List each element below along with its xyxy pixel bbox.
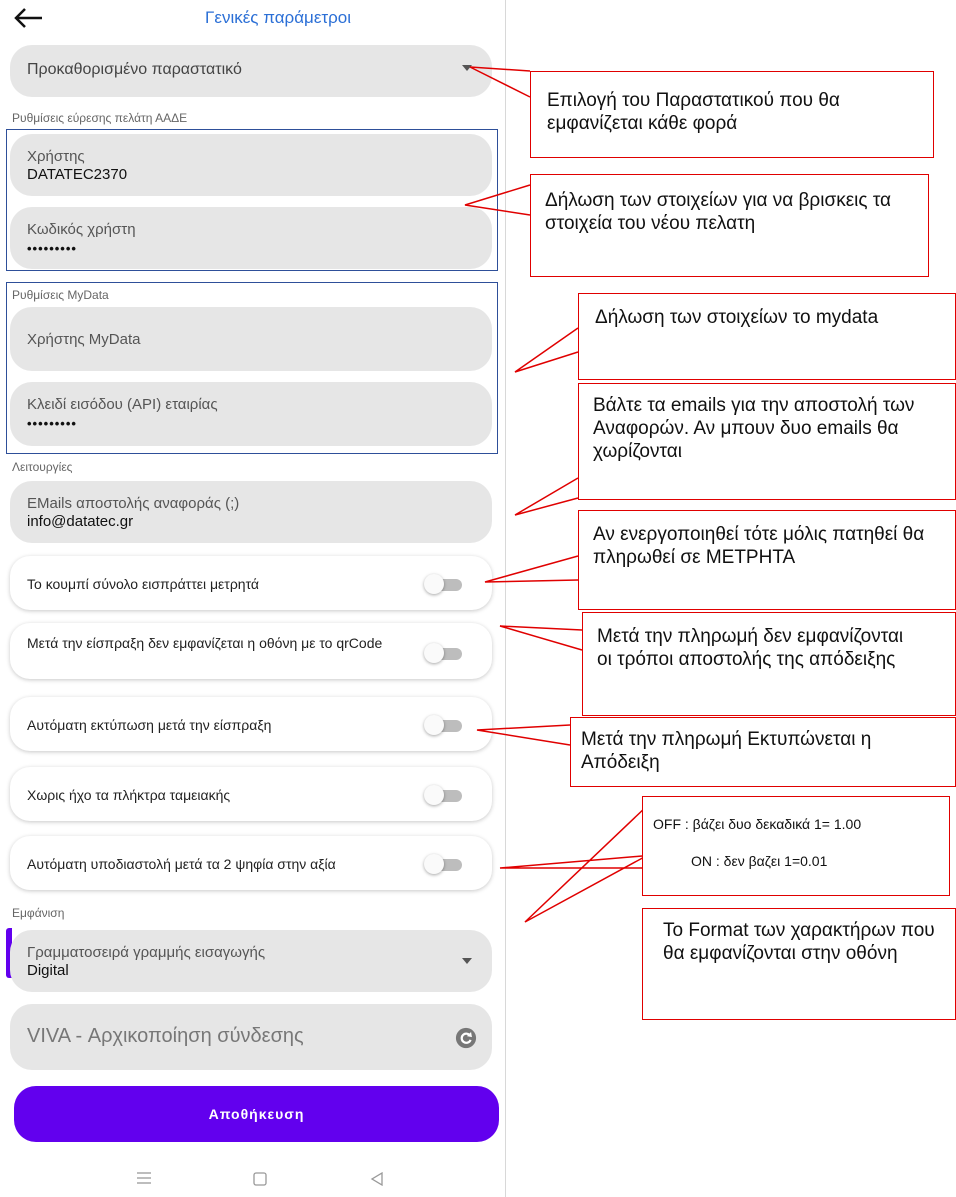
mydata-section-label: Ρυθμίσεις MyData [12, 288, 109, 302]
arrow-left-icon[interactable] [10, 2, 48, 34]
menu-icon[interactable] [137, 1172, 151, 1184]
font-select[interactable]: Γραμματοσειρά γραμμής εισαγωγής Digital [10, 930, 492, 992]
callout-mydata: Δήλωση των στοιχείων το mydata [578, 293, 956, 380]
toggle-label: Αυτόματη υποδιαστολή μετά τα 2 ψηφία στη… [27, 856, 336, 872]
page-title: Γενικές παράμετροι [205, 8, 352, 27]
chevron-down-icon [462, 958, 472, 964]
toggle-switch[interactable] [424, 643, 462, 663]
callout-text-off: OFF : βάζει δυο δεκαδικά 1= 1.00 [653, 816, 862, 832]
chevron-down-icon [462, 65, 472, 71]
toggle-switch[interactable] [424, 715, 462, 735]
mydata-api-key-value: ••••••••• [27, 416, 77, 431]
mydata-user-label: Χρήστης MyData [27, 331, 141, 348]
back-triangle-icon[interactable] [370, 1172, 384, 1186]
callout-qrcode: Μετά την πληρωμή δεν εμφανίζονται οι τρό… [582, 612, 956, 716]
viva-init-label: VIVA - Αρχικοποίηση σύνδεσης [27, 1025, 304, 1047]
callout-font-format: Το Format των χαρακτήρων που θα εμφανίζο… [642, 908, 956, 1020]
home-square-icon[interactable] [253, 1172, 267, 1186]
toggle-switch[interactable] [424, 574, 462, 594]
callout-text: Το Format των χαρακτήρων που θα εμφανίζο… [663, 920, 935, 964]
mydata-api-key-label: Κλειδί εισόδου (API) εταιρίας [27, 396, 218, 413]
save-button[interactable]: Αποθήκευση [14, 1086, 499, 1142]
aade-user-field[interactable]: Χρήστης DATATEC2370 [10, 134, 492, 196]
callout-text: Δήλωση των στοιχείων για να βρισκεις τα … [545, 190, 892, 234]
settings-screen: Γενικές παράμετροι Προκαθορισμένο παραστ… [0, 0, 506, 1197]
callout-default-document: Επιλογή του Παραστατικού που θα εμφανίζε… [530, 71, 934, 158]
aade-section-label: Ρυθμίσεις εύρεσης πελάτη ΑΑΔΕ [12, 111, 188, 125]
callout-text-on: ON : δεν βαζει 1=0.01 [691, 853, 828, 869]
font-select-label: Γραμματοσειρά γραμμής εισαγωγής [27, 944, 266, 961]
mydata-user-field[interactable]: Χρήστης MyData [10, 307, 492, 371]
callout-emails: Βάλτε τα emails για την αποστολή των Ανα… [578, 383, 956, 500]
emails-value: info@datatec.gr [27, 513, 134, 530]
refresh-icon[interactable] [455, 1027, 477, 1049]
callout-cash: Αν ενεργοποιηθεί τότε μόλις πατηθεί θα π… [578, 510, 956, 610]
toggle-row-hide-qrcode[interactable]: Μετά την είσπραξη δεν εμφανίζεται η οθόν… [10, 623, 492, 679]
toggle-label: Μετά την είσπραξη δεν εμφανίζεται η οθόν… [27, 635, 383, 651]
callout-print: Μετά την πληρωμή Εκτυπώνεται η Απόδειξη [570, 717, 956, 787]
callout-text: Μετά την πληρωμή δεν εμφανίζονται οι τρό… [597, 626, 904, 670]
aade-password-value: ••••••••• [27, 241, 77, 256]
viva-init-field[interactable]: VIVA - Αρχικοποίηση σύνδεσης [10, 1004, 492, 1070]
functions-section-label: Λειτουργίες [12, 460, 73, 474]
toggle-label: Το κουμπί σύνολο εισπράττει μετρητά [27, 576, 259, 592]
appearance-section-label: Εμφάνιση [12, 906, 65, 920]
callout-decimal: OFF : βάζει δυο δεκαδικά 1= 1.00 ON : δε… [642, 796, 950, 896]
callout-text: Βάλτε τα emails για την αποστολή των Ανα… [593, 395, 915, 462]
callout-aade-credentials: Δήλωση των στοιχείων για να βρισκεις τα … [530, 174, 929, 277]
mydata-api-key-field[interactable]: Κλειδί εισόδου (API) εταιρίας ••••••••• [10, 382, 492, 446]
toggle-switch[interactable] [424, 854, 462, 874]
aade-user-label: Χρήστης [27, 148, 85, 165]
toggle-label: Χωρις ήχο τα πλήκτρα ταμειακής [27, 787, 231, 803]
aade-password-label: Κωδικός χρήστη [27, 221, 136, 238]
toggle-row-auto-print[interactable]: Αυτόματη εκτύπωση μετά την είσπραξη [10, 697, 492, 751]
aade-password-field[interactable]: Κωδικός χρήστη ••••••••• [10, 207, 492, 269]
callout-text: Μετά την πληρωμή Εκτυπώνεται η Απόδειξη [581, 729, 872, 773]
default-document-select[interactable]: Προκαθορισμένο παραστατικό [10, 45, 492, 97]
emails-field[interactable]: EMails αποστολής αναφοράς (;) info@datat… [10, 481, 492, 543]
callout-text: Δήλωση των στοιχείων το mydata [595, 307, 879, 328]
font-select-value: Digital [27, 962, 69, 979]
toggle-label: Αυτόματη εκτύπωση μετά την είσπραξη [27, 717, 272, 733]
emails-label: EMails αποστολής αναφοράς (;) [27, 495, 240, 512]
aade-user-value: DATATEC2370 [27, 166, 128, 183]
default-document-label: Προκαθορισμένο παραστατικό [27, 61, 242, 78]
callout-text: Αν ενεργοποιηθεί τότε μόλις πατηθεί θα π… [593, 524, 925, 568]
callout-text: Επιλογή του Παραστατικού που θα εμφανίζε… [547, 90, 840, 134]
toggle-row-mute-keys[interactable]: Χωρις ήχο τα πλήκτρα ταμειακής [10, 767, 492, 821]
toggle-row-auto-decimal[interactable]: Αυτόματη υποδιαστολή μετά τα 2 ψηφία στη… [10, 836, 492, 890]
toggle-switch[interactable] [424, 785, 462, 805]
toggle-row-cash-total[interactable]: Το κουμπί σύνολο εισπράττει μετρητά [10, 556, 492, 610]
